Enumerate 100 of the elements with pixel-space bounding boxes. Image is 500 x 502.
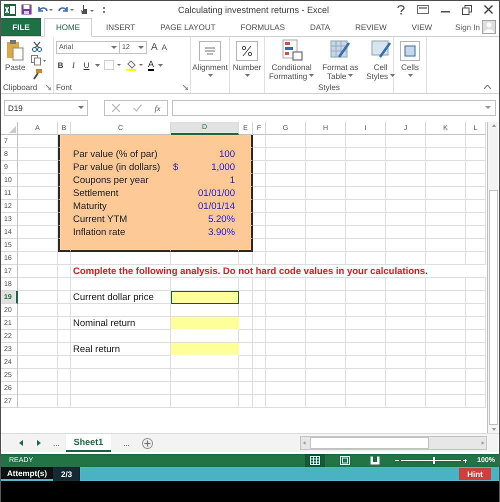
table-cell: Par value (% of par): [71, 148, 171, 161]
formula-field[interactable]: [172, 100, 496, 116]
fill-color-icon[interactable]: [126, 59, 144, 71]
table-cell: [266, 174, 306, 187]
close-icon[interactable]: [484, 5, 493, 14]
cells-button[interactable]: Cells: [396, 39, 424, 77]
insert-function-button[interactable]: fx: [154, 104, 160, 112]
undo-icon[interactable]: [37, 4, 53, 14]
table-cell: [306, 161, 346, 174]
zoom-slider[interactable]: [395, 456, 468, 464]
table-cell: 100: [171, 148, 239, 161]
table-cell: [239, 317, 253, 330]
conditional-formatting-button[interactable]: Conditional Formatting: [267, 39, 316, 81]
cell-styles-button[interactable]: Cell Styles: [364, 39, 398, 81]
ribbon-tab[interactable]: DATA: [298, 19, 342, 36]
hint-button[interactable]: Hint: [459, 468, 491, 480]
previous-sheet-icon[interactable]: [19, 440, 24, 446]
table-cell: [466, 395, 486, 408]
table-cell: [306, 304, 346, 317]
ribbon-tab[interactable]: PAGE LAYOUT: [149, 19, 226, 36]
redo-icon[interactable]: [58, 4, 74, 14]
ribbon-tab[interactable]: REVIEW: [344, 19, 398, 36]
table-cell: [386, 239, 426, 252]
font-color-button[interactable]: A: [148, 60, 154, 70]
table-cell: [466, 213, 486, 226]
shrink-font-button[interactable]: A: [162, 43, 168, 52]
format-painter-icon[interactable]: [31, 69, 44, 80]
borders-icon[interactable]: [104, 60, 122, 70]
touch-mode-icon[interactable]: [79, 4, 97, 16]
add-sheet-icon[interactable]: [142, 438, 153, 448]
sign-in-link[interactable]: Sign In: [455, 22, 480, 32]
table-cell: [253, 382, 266, 395]
next-sheet-icon[interactable]: [36, 440, 41, 446]
more-sheets-button[interactable]: ...: [123, 438, 130, 448]
underline-button[interactable]: U: [82, 60, 91, 70]
sheet-tab[interactable]: Sheet1: [66, 434, 112, 452]
file-tab[interactable]: FILE: [1, 18, 41, 36]
table-cell: [426, 174, 466, 187]
name-box[interactable]: D19: [4, 100, 88, 116]
table-cell: [346, 382, 386, 395]
italic-button[interactable]: I: [69, 60, 78, 70]
table-cell: [386, 213, 426, 226]
table-cell: [466, 174, 486, 187]
table-cell: [346, 304, 386, 317]
more-sheets-button[interactable]: ...: [53, 438, 60, 448]
collapse-ribbon-icon[interactable]: [484, 85, 491, 89]
table-cell: [58, 330, 71, 343]
dropdown-icon[interactable]: [95, 64, 100, 66]
alignment-button[interactable]: Alignment: [193, 39, 227, 77]
table-cell: [426, 239, 466, 252]
ribbon-tab[interactable]: INSERT: [95, 19, 146, 36]
table-cell: $ 1,000: [171, 161, 239, 174]
table-cell: [171, 395, 239, 408]
table-cell: [266, 278, 306, 291]
table-cell: [58, 278, 71, 291]
table-cell: [426, 395, 466, 408]
ribbon-tab[interactable]: HOME: [44, 18, 92, 37]
table-cell: [266, 187, 306, 200]
dropdown-icon: [78, 106, 84, 110]
table-cell: [386, 291, 426, 304]
table-cell: [266, 291, 306, 304]
scroll-right-icon[interactable]: [478, 439, 486, 447]
dropdown-icon: [111, 46, 117, 50]
scroll-up-icon[interactable]: [490, 122, 498, 130]
table-cell: [306, 356, 346, 369]
cut-icon[interactable]: [31, 41, 44, 52]
dropdown-icon[interactable]: [158, 64, 164, 66]
ribbon-options-icon[interactable]: [417, 5, 429, 14]
table-cell: [253, 174, 266, 187]
dialog-launcher-icon[interactable]: [183, 84, 188, 90]
check-icon[interactable]: [132, 104, 142, 112]
table-cell: [18, 343, 58, 356]
format-as-table-button[interactable]: Format as Table: [320, 39, 360, 81]
copy-icon[interactable]: [31, 55, 48, 66]
save-icon[interactable]: [21, 4, 32, 15]
table-cell: [253, 161, 266, 174]
dialog-launcher-icon[interactable]: [46, 84, 51, 90]
table-cell: Current YTM: [71, 213, 171, 226]
horizontal-scrollbar[interactable]: [300, 436, 487, 450]
help-icon[interactable]: [397, 4, 405, 14]
grow-font-button[interactable]: A: [151, 42, 158, 53]
table-cell: [346, 356, 386, 369]
restore-icon[interactable]: [462, 4, 472, 14]
attempts-label: Attempt(s): [1, 467, 53, 479]
answer-cell[interactable]: [171, 291, 239, 304]
normal-view-button[interactable]: [305, 454, 326, 467]
table-cell: [253, 200, 266, 213]
table-cell: [306, 148, 346, 161]
bold-button[interactable]: B: [56, 60, 65, 70]
vertical-scrollbar[interactable]: [487, 122, 499, 433]
table-cell: [18, 278, 58, 291]
customize-icon[interactable]: [102, 6, 106, 14]
table-cell: [346, 330, 386, 343]
dropdown-icon: [138, 46, 144, 50]
zoom-slider-thumb[interactable]: [433, 457, 436, 464]
paste-button[interactable]: Paste: [3, 39, 28, 81]
table-cell: [266, 304, 306, 317]
ribbon-tab[interactable]: VIEW: [400, 19, 444, 36]
number-format-button[interactable]: Number: [232, 39, 262, 77]
ribbon-tab[interactable]: FORMULAS: [229, 19, 296, 36]
